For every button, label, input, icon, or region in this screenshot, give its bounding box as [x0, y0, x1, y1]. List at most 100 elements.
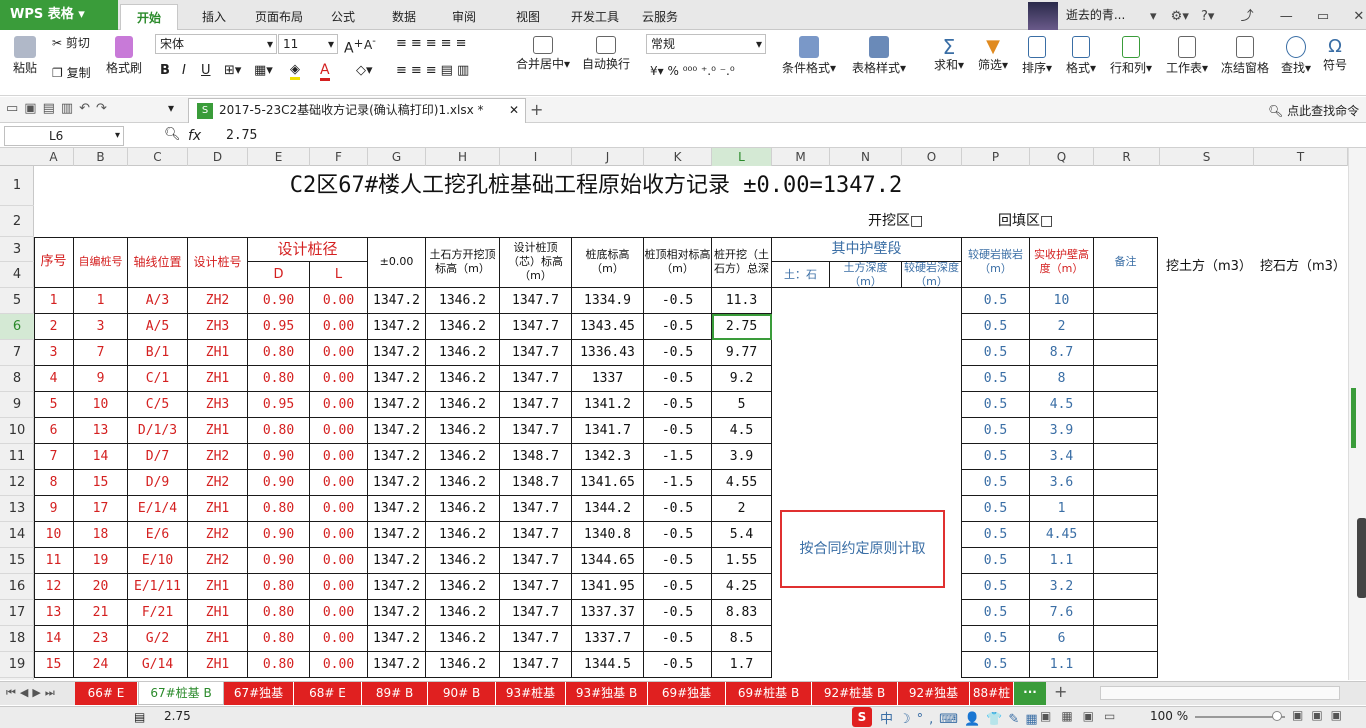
- copy-button[interactable]: ❐ 复制: [52, 66, 91, 80]
- cell-seq-7[interactable]: 7: [34, 444, 74, 470]
- cell-seq-2[interactable]: 2: [34, 314, 74, 340]
- cell-z-1[interactable]: 1347.2: [368, 288, 426, 314]
- cell-q-3[interactable]: 8.7: [1030, 340, 1094, 366]
- cell-remark-5[interactable]: [1094, 392, 1158, 418]
- cell-et-13[interactable]: 1346.2: [426, 600, 500, 626]
- cell-td-8[interactable]: 4.55: [712, 470, 772, 496]
- cell-dt-4[interactable]: 1347.7: [500, 366, 572, 392]
- column-header-P[interactable]: P: [962, 148, 1030, 166]
- fill-color-button[interactable]: ◈: [290, 62, 300, 80]
- cell-axis-3[interactable]: B/1: [128, 340, 188, 366]
- cell-d-8[interactable]: 0.90: [248, 470, 310, 496]
- cell-dp-12[interactable]: ZH1: [188, 574, 248, 600]
- column-header-L[interactable]: L: [712, 148, 772, 166]
- cell-pile-11[interactable]: 19: [74, 548, 128, 574]
- cell-rt-15[interactable]: -0.5: [644, 652, 712, 678]
- cell-d-1[interactable]: 0.90: [248, 288, 310, 314]
- column-header-E[interactable]: E: [248, 148, 310, 166]
- column-header-B[interactable]: B: [74, 148, 128, 166]
- cell-axis-5[interactable]: C/5: [128, 392, 188, 418]
- cell-q-6[interactable]: 3.9: [1030, 418, 1094, 444]
- cell-d-6[interactable]: 0.80: [248, 418, 310, 444]
- cell-pile-3[interactable]: 7: [74, 340, 128, 366]
- cell-bt-8[interactable]: 1341.65: [572, 470, 644, 496]
- cell-pile-14[interactable]: 23: [74, 626, 128, 652]
- cell-z-5[interactable]: 1347.2: [368, 392, 426, 418]
- cell-l-6[interactable]: 0.00: [310, 418, 368, 444]
- cell-z-12[interactable]: 1347.2: [368, 574, 426, 600]
- cell-et-12[interactable]: 1346.2: [426, 574, 500, 600]
- column-header-M[interactable]: M: [772, 148, 830, 166]
- row-header-9[interactable]: 9: [0, 392, 34, 418]
- cell-et-3[interactable]: 1346.2: [426, 340, 500, 366]
- cell-q-5[interactable]: 4.5: [1030, 392, 1094, 418]
- cell-q-12[interactable]: 3.2: [1030, 574, 1094, 600]
- cell-axis-12[interactable]: E/1/11: [128, 574, 188, 600]
- cell-d-11[interactable]: 0.90: [248, 548, 310, 574]
- cell-d-4[interactable]: 0.80: [248, 366, 310, 392]
- cell-l-13[interactable]: 0.00: [310, 600, 368, 626]
- column-header-J[interactable]: J: [572, 148, 644, 166]
- settings-icon[interactable]: ⚙▾: [1171, 9, 1189, 24]
- cell-dt-2[interactable]: 1347.7: [500, 314, 572, 340]
- row-header-19[interactable]: 19: [0, 652, 34, 678]
- cell-d-5[interactable]: 0.95: [248, 392, 310, 418]
- cell-td-14[interactable]: 8.5: [712, 626, 772, 652]
- cell-z-2[interactable]: 1347.2: [368, 314, 426, 340]
- row-header-7[interactable]: 7: [0, 340, 34, 366]
- cell-td-5[interactable]: 5: [712, 392, 772, 418]
- cell-remark-8[interactable]: [1094, 470, 1158, 496]
- cell-axis-1[interactable]: A/3: [128, 288, 188, 314]
- cell-z-3[interactable]: 1347.2: [368, 340, 426, 366]
- cell-td-10[interactable]: 5.4: [712, 522, 772, 548]
- cell-dt-11[interactable]: 1347.7: [500, 548, 572, 574]
- sheet-tab-0[interactable]: 66# E: [75, 682, 138, 705]
- column-header-K[interactable]: K: [644, 148, 712, 166]
- cell-dp-2[interactable]: ZH3: [188, 314, 248, 340]
- sheet-tab-5[interactable]: 90# B: [428, 682, 496, 705]
- row-header-1[interactable]: 1: [0, 166, 34, 206]
- name-box[interactable]: L6 ▾: [4, 126, 124, 146]
- cell-l-4[interactable]: 0.00: [310, 366, 368, 392]
- cell-remark-4[interactable]: [1094, 366, 1158, 392]
- cell-axis-10[interactable]: E/6: [128, 522, 188, 548]
- font-name-select[interactable]: 宋体 ▾: [155, 34, 277, 54]
- scroll-thumb[interactable]: [1351, 388, 1356, 448]
- find-button[interactable]: 查找▾: [1276, 36, 1316, 75]
- cell-axis-4[interactable]: C/1: [128, 366, 188, 392]
- cell-remark-15[interactable]: [1094, 652, 1158, 678]
- cell-l-3[interactable]: 0.00: [310, 340, 368, 366]
- bold-button[interactable]: B: [160, 63, 170, 78]
- cell-axis-9[interactable]: E/1/4: [128, 496, 188, 522]
- cell-q-9[interactable]: 1: [1030, 496, 1094, 522]
- cell-d-14[interactable]: 0.80: [248, 626, 310, 652]
- row-header-12[interactable]: 12: [0, 470, 34, 496]
- cell-d-10[interactable]: 0.90: [248, 522, 310, 548]
- border-button[interactable]: ⊞▾: [224, 63, 241, 78]
- sheet-tab-6[interactable]: 93#桩基: [496, 682, 566, 705]
- cell-q-7[interactable]: 3.4: [1030, 444, 1094, 470]
- merge-center-button[interactable]: 合并居中▾: [512, 36, 574, 71]
- cell-p-14[interactable]: 0.5: [962, 626, 1030, 652]
- cell-dp-9[interactable]: ZH1: [188, 496, 248, 522]
- cell-dt-7[interactable]: 1348.7: [500, 444, 572, 470]
- wall-seg-merged-cell[interactable]: [772, 288, 962, 678]
- cell-axis-15[interactable]: G/14: [128, 652, 188, 678]
- format-painter-button[interactable]: 格式刷: [104, 36, 144, 75]
- cell-d-15[interactable]: 0.80: [248, 652, 310, 678]
- cell-pile-9[interactable]: 17: [74, 496, 128, 522]
- halign-buttons[interactable]: ≡≡≡▤▥: [396, 63, 473, 78]
- cell-dp-10[interactable]: ZH2: [188, 522, 248, 548]
- cell-rt-5[interactable]: -0.5: [644, 392, 712, 418]
- freeze-button[interactable]: 冻结窗格: [1218, 36, 1272, 75]
- row-header-17[interactable]: 17: [0, 600, 34, 626]
- sort-button[interactable]: 排序▾: [1018, 36, 1056, 75]
- cell-axis-2[interactable]: A/5: [128, 314, 188, 340]
- horizontal-scrollbar[interactable]: [1100, 686, 1340, 700]
- tab-menu-7[interactable]: 开发工具: [564, 4, 626, 30]
- close-tab-icon[interactable]: ✕: [509, 99, 519, 122]
- valign-buttons[interactable]: ≡≡≡≡≡: [396, 36, 470, 51]
- cell-et-9[interactable]: 1346.2: [426, 496, 500, 522]
- cell-bt-3[interactable]: 1336.43: [572, 340, 644, 366]
- cond-format-button[interactable]: 条件格式▾: [778, 36, 840, 75]
